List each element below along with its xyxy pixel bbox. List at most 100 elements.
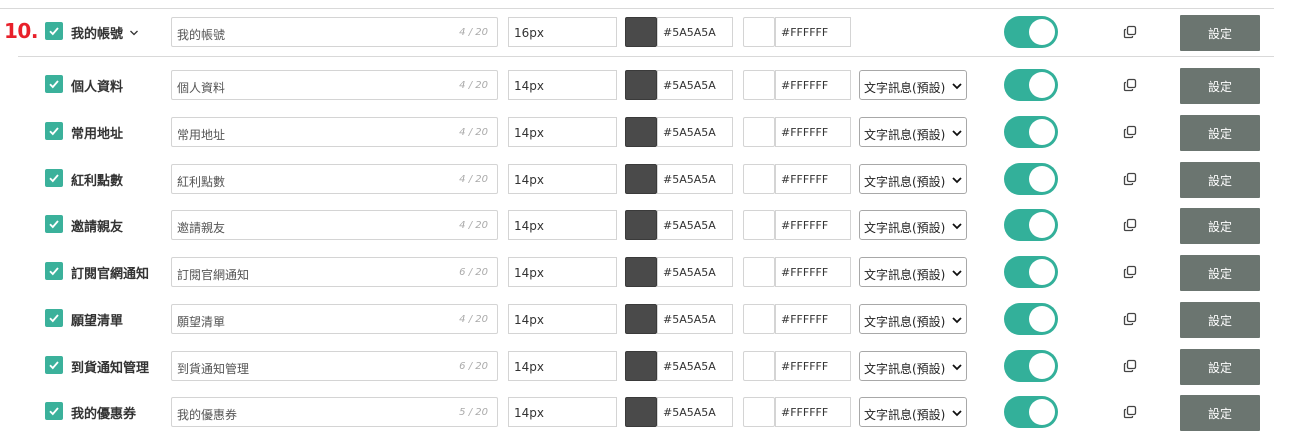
copy-icon[interactable]: [1123, 78, 1137, 92]
display-type-select[interactable]: 文字訊息(預設): [859, 351, 967, 381]
visibility-toggle[interactable]: [1004, 209, 1058, 241]
settings-button[interactable]: 設定: [1180, 349, 1260, 385]
group-label[interactable]: 我的帳號: [71, 23, 139, 42]
visibility-toggle[interactable]: [1004, 116, 1058, 148]
display-type-select[interactable]: 文字訊息(預設): [859, 304, 967, 334]
text-color-swatch[interactable]: [625, 17, 657, 47]
font-size-input[interactable]: 14px: [508, 70, 617, 100]
item-checkbox[interactable]: [45, 356, 63, 374]
title-input[interactable]: 我的優惠券 5 / 20: [171, 397, 498, 427]
text-color-swatch[interactable]: [625, 70, 657, 100]
item-checkbox[interactable]: [45, 309, 63, 327]
font-size-input[interactable]: 14px: [508, 397, 617, 427]
font-size-input[interactable]: 14px: [508, 117, 617, 147]
item-checkbox[interactable]: [45, 215, 63, 233]
visibility-toggle[interactable]: [1004, 303, 1058, 335]
bg-color-swatch[interactable]: [743, 304, 775, 334]
bg-color-swatch[interactable]: [743, 17, 775, 47]
font-size-input[interactable]: 16px: [508, 17, 617, 47]
bg-color-input[interactable]: #FFFFFF: [775, 351, 851, 381]
chevron-down-icon[interactable]: [129, 28, 139, 38]
copy-icon[interactable]: [1123, 172, 1137, 186]
title-input[interactable]: 訂閱官網通知 6 / 20: [171, 257, 498, 287]
bg-color-input[interactable]: #FFFFFF: [775, 210, 851, 240]
visibility-toggle[interactable]: [1004, 350, 1058, 382]
bg-color-input[interactable]: #FFFFFF: [775, 257, 851, 287]
text-color-input[interactable]: #5A5A5A: [657, 257, 733, 287]
bg-color-swatch[interactable]: [743, 164, 775, 194]
title-input[interactable]: 常用地址 4 / 20: [171, 117, 498, 147]
bg-color-input[interactable]: #FFFFFF: [775, 117, 851, 147]
text-color-swatch[interactable]: [625, 164, 657, 194]
bg-color-input[interactable]: #FFFFFF: [775, 70, 851, 100]
copy-icon[interactable]: [1123, 405, 1137, 419]
copy-icon[interactable]: [1123, 359, 1137, 373]
group-checkbox[interactable]: [45, 22, 63, 40]
bg-color-swatch[interactable]: [743, 70, 775, 100]
bg-color-swatch[interactable]: [743, 397, 775, 427]
visibility-toggle[interactable]: [1004, 69, 1058, 101]
item-checkbox[interactable]: [45, 262, 63, 280]
font-size-input[interactable]: 14px: [508, 304, 617, 334]
copy-icon[interactable]: [1123, 265, 1137, 279]
display-type-select[interactable]: 文字訊息(預設): [859, 117, 967, 147]
text-color-input[interactable]: #5A5A5A: [657, 117, 733, 147]
visibility-toggle[interactable]: [1004, 16, 1058, 48]
copy-icon[interactable]: [1123, 125, 1137, 139]
text-color-swatch[interactable]: [625, 210, 657, 240]
text-color-input[interactable]: #5A5A5A: [657, 210, 733, 240]
settings-button[interactable]: 設定: [1180, 208, 1260, 244]
text-color-input[interactable]: #5A5A5A: [657, 70, 733, 100]
title-input[interactable]: 邀請親友 4 / 20: [171, 210, 498, 240]
text-color-swatch[interactable]: [625, 117, 657, 147]
bg-color-input[interactable]: #FFFFFF: [775, 17, 851, 47]
settings-button[interactable]: 設定: [1180, 395, 1260, 431]
title-input[interactable]: 我的帳號 4 / 20: [171, 17, 498, 47]
font-size-input[interactable]: 14px: [508, 210, 617, 240]
title-input[interactable]: 願望清單 4 / 20: [171, 304, 498, 334]
title-input[interactable]: 個人資料 4 / 20: [171, 70, 498, 100]
text-color-input[interactable]: #5A5A5A: [657, 164, 733, 194]
bg-color-input[interactable]: #FFFFFF: [775, 397, 851, 427]
text-color-input[interactable]: #5A5A5A: [657, 351, 733, 381]
settings-button[interactable]: 設定: [1180, 15, 1260, 51]
display-type-select[interactable]: 文字訊息(預設): [859, 210, 967, 240]
bg-color-swatch[interactable]: [743, 210, 775, 240]
visibility-toggle[interactable]: [1004, 256, 1058, 288]
font-size-input[interactable]: 14px: [508, 164, 617, 194]
copy-icon[interactable]: [1123, 312, 1137, 326]
copy-icon[interactable]: [1123, 218, 1137, 232]
item-checkbox[interactable]: [45, 122, 63, 140]
visibility-toggle[interactable]: [1004, 163, 1058, 195]
settings-button[interactable]: 設定: [1180, 255, 1260, 291]
bg-color-input[interactable]: #FFFFFF: [775, 304, 851, 334]
text-color-input[interactable]: #5A5A5A: [657, 397, 733, 427]
text-color-input[interactable]: #5A5A5A: [657, 304, 733, 334]
title-input[interactable]: 到貨通知管理 6 / 20: [171, 351, 498, 381]
bg-color-swatch[interactable]: [743, 257, 775, 287]
item-checkbox[interactable]: [45, 75, 63, 93]
text-color-swatch[interactable]: [625, 257, 657, 287]
text-color-input[interactable]: #5A5A5A: [657, 17, 733, 47]
text-color-swatch[interactable]: [625, 351, 657, 381]
text-color-swatch[interactable]: [625, 397, 657, 427]
item-checkbox[interactable]: [45, 402, 63, 420]
settings-button[interactable]: 設定: [1180, 162, 1260, 198]
font-size-input[interactable]: 14px: [508, 257, 617, 287]
item-checkbox[interactable]: [45, 169, 63, 187]
font-size-input[interactable]: 14px: [508, 351, 617, 381]
bg-color-input[interactable]: #FFFFFF: [775, 164, 851, 194]
visibility-toggle[interactable]: [1004, 396, 1058, 428]
display-type-select[interactable]: 文字訊息(預設): [859, 257, 967, 287]
display-type-select[interactable]: 文字訊息(預設): [859, 70, 967, 100]
display-type-select[interactable]: 文字訊息(預設): [859, 164, 967, 194]
bg-color-swatch[interactable]: [743, 351, 775, 381]
display-type-select[interactable]: 文字訊息(預設): [859, 397, 967, 427]
bg-color-swatch[interactable]: [743, 117, 775, 147]
settings-button[interactable]: 設定: [1180, 115, 1260, 151]
settings-button[interactable]: 設定: [1180, 68, 1260, 104]
text-color-swatch[interactable]: [625, 304, 657, 334]
settings-button[interactable]: 設定: [1180, 302, 1260, 338]
copy-icon[interactable]: [1123, 25, 1137, 39]
title-input[interactable]: 紅利點數 4 / 20: [171, 164, 498, 194]
